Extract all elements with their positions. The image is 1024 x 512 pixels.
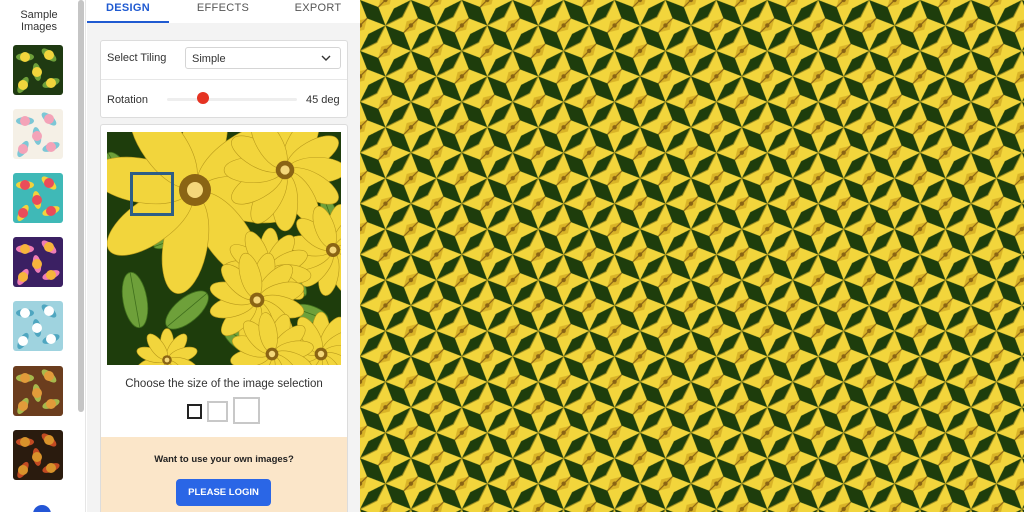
- sample-thumb-1[interactable]: [13, 45, 63, 95]
- chevron-down-icon: [321, 55, 331, 61]
- rotation-label: Rotation: [107, 94, 148, 106]
- selection-size-small[interactable]: [187, 404, 202, 419]
- sample-thumb-2[interactable]: [13, 109, 63, 159]
- rotation-slider-track[interactable]: [167, 98, 297, 101]
- rotation-value: 45 deg: [306, 94, 340, 106]
- selection-size-large[interactable]: [233, 397, 260, 424]
- tab-export[interactable]: EXPORT: [285, 0, 351, 23]
- select-tiling-label: Select Tiling: [107, 52, 167, 64]
- divider: [101, 79, 347, 80]
- sample-thumb-5[interactable]: [13, 301, 63, 351]
- tab-bar: DESIGN EFFECTS EXPORT: [87, 0, 360, 23]
- app-window: Sample Images DESIGN EFFECTS EXPORT Sele…: [0, 0, 1024, 512]
- tiling-select-value: Simple: [192, 53, 226, 65]
- login-button[interactable]: PLEASE LOGIN: [176, 479, 271, 506]
- sidebar-scrollbar[interactable]: [78, 0, 84, 412]
- tab-effects[interactable]: EFFECTS: [183, 0, 263, 23]
- sample-thumb-7[interactable]: [13, 430, 63, 480]
- pattern-canvas[interactable]: [360, 0, 1024, 512]
- sample-images-title: Sample Images: [20, 9, 58, 33]
- image-selection-box[interactable]: [130, 172, 174, 216]
- tiling-settings-card: Select Tiling Simple Rotation 45 deg: [100, 40, 348, 118]
- login-prompt-text: Want to use your own images?: [154, 454, 294, 465]
- source-image-preview[interactable]: [107, 132, 341, 365]
- sample-images-sidebar: Sample Images: [0, 0, 86, 512]
- design-panel: DESIGN EFFECTS EXPORT Select Tiling Simp…: [87, 0, 360, 512]
- tab-design[interactable]: DESIGN: [87, 0, 169, 23]
- sample-thumb-6[interactable]: [13, 366, 63, 416]
- selection-preview-card: Choose the size of the image selection: [100, 124, 348, 437]
- login-prompt-area: Want to use your own images? PLEASE LOGI…: [100, 437, 348, 512]
- selection-size-medium[interactable]: [207, 401, 228, 422]
- tiling-select[interactable]: Simple: [185, 47, 341, 69]
- rotation-slider-knob[interactable]: [197, 92, 210, 104]
- selection-size-caption: Choose the size of the image selection: [125, 378, 323, 390]
- sample-thumb-3[interactable]: [13, 173, 63, 223]
- sample-thumb-4[interactable]: [13, 237, 63, 287]
- help-chat-icon[interactable]: [33, 505, 51, 512]
